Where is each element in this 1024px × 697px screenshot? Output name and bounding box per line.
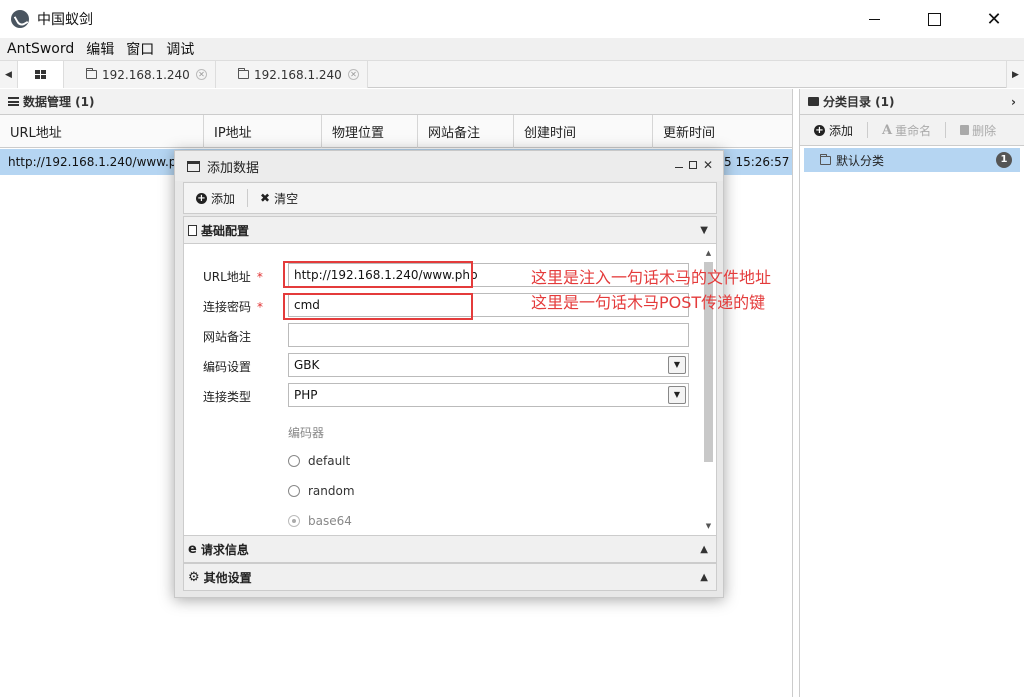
chevron-up-icon: ▲ (700, 571, 708, 583)
tab-close-icon[interactable]: ✕ (196, 69, 207, 80)
section-basic-config[interactable]: 基础配置 ▼ (183, 216, 717, 244)
font-icon: A (882, 122, 893, 138)
folder-icon (86, 68, 97, 79)
data-management-title: 数据管理 (1) (23, 95, 95, 109)
minimize-button[interactable] (844, 0, 904, 38)
grid-header: URL地址 IP地址 物理位置 网站备注 创建时间 更新时间 (0, 115, 792, 148)
add-data-dialog: 添加数据 ✕ + 添加 ✖ 清空 基础配置 ▼ URL地址 * http://19… (174, 150, 724, 598)
close-icon: ✖ (260, 191, 271, 205)
scroll-up-icon[interactable]: ▲ (703, 248, 714, 258)
encoder-default-radio[interactable]: default (288, 454, 350, 468)
column-ip[interactable]: IP地址 (204, 115, 322, 148)
grid-icon (35, 70, 46, 79)
dialog-toolbar: + 添加 ✖ 清空 (183, 182, 717, 214)
scroll-down-icon[interactable]: ▼ (703, 521, 714, 531)
chevron-down-icon: ▼ (668, 386, 686, 404)
category-add-button[interactable]: + 添加 (814, 122, 853, 139)
encoder-base64-radio[interactable]: base64 (288, 514, 352, 528)
column-created[interactable]: 创建时间 (514, 115, 653, 148)
plus-circle-icon: + (814, 124, 825, 136)
menu-edit[interactable]: 编辑 (80, 39, 120, 59)
tab-label: 192.168.1.240 (102, 67, 190, 82)
dialog-title: 添加数据 (207, 160, 260, 176)
menu-debug[interactable]: 调试 (160, 39, 200, 59)
tab-close-icon[interactable]: ✕ (348, 69, 359, 80)
collapse-right-icon[interactable]: › (1011, 95, 1016, 109)
category-label: 默认分类 (836, 153, 885, 168)
encoding-label: 编码设置 (203, 360, 252, 374)
row-url: http://192.168.1.240/www.p (8, 155, 177, 169)
category-header: 分类目录 (1) › (800, 89, 1024, 115)
note-label: 网站备注 (203, 330, 252, 344)
type-label: 连接类型 (203, 390, 252, 404)
password-highlight-box (283, 293, 473, 320)
encoder-random-radio[interactable]: random (288, 484, 355, 498)
tab-scroll-left-button[interactable]: ◀ (0, 61, 18, 88)
column-note[interactable]: 网站备注 (418, 115, 514, 148)
encoder-label: 编码器 (288, 426, 325, 440)
tab-scroll-right-button[interactable]: ▶ (1006, 61, 1024, 88)
file-icon (188, 224, 197, 236)
dialog-clear-button[interactable]: ✖ 清空 (260, 190, 298, 207)
dialog-maximize-button[interactable] (688, 161, 697, 169)
dialog-add-button[interactable]: + 添加 (196, 190, 235, 207)
tab-shell-2[interactable]: 192.168.1.240 ✕ (216, 61, 368, 88)
column-url[interactable]: URL地址 (0, 115, 204, 148)
chevron-up-icon: ▲ (700, 543, 708, 555)
section-request-info[interactable]: e 请求信息 ▲ (183, 535, 717, 563)
password-label: 连接密码 * (203, 300, 264, 314)
folder-icon (238, 68, 249, 79)
menu-bar: AntSword 编辑 窗口 调试 (0, 38, 1024, 60)
chevron-down-icon: ▼ (700, 224, 708, 236)
radio-icon (288, 455, 300, 467)
tab-shell-1[interactable]: 192.168.1.240 ✕ (64, 61, 216, 88)
category-toolbar: + 添加 A 重命名 删除 (800, 115, 1024, 146)
tab-home[interactable] (18, 61, 64, 88)
note-input[interactable] (288, 323, 689, 347)
window-title: 中国蚁剑 (37, 12, 93, 28)
category-rename-button[interactable]: A 重命名 (882, 122, 931, 139)
ie-icon: e (188, 541, 197, 557)
count-badge: 1 (996, 152, 1012, 168)
row-update-time: 5 15:26:57 (724, 155, 790, 169)
trash-icon (960, 125, 970, 135)
password-annotation: 这里是一句话木马POST传递的键 (531, 293, 766, 312)
type-select[interactable]: PHP ▼ (288, 383, 689, 407)
close-button[interactable]: ✕ (964, 0, 1024, 38)
window-controls: ✕ (844, 0, 1024, 38)
antsword-logo-icon (11, 10, 29, 28)
menu-antsword[interactable]: AntSword (0, 41, 80, 57)
category-title: 分类目录 (1) (823, 95, 895, 109)
url-annotation: 这里是注入一句话木马的文件地址 (531, 268, 772, 287)
column-updated[interactable]: 更新时间 (653, 115, 792, 148)
url-label: URL地址 * (203, 270, 263, 284)
category-item-default[interactable]: 默认分类 1 (804, 148, 1020, 172)
column-location[interactable]: 物理位置 (322, 115, 418, 148)
maximize-button[interactable] (904, 0, 964, 38)
list-icon (8, 97, 19, 106)
folder-icon (820, 153, 831, 165)
encoding-select[interactable]: GBK ▼ (288, 353, 689, 377)
window-icon (187, 160, 200, 172)
tab-bar: ◀ 192.168.1.240 ✕ 192.168.1.240 ✕ ▶ (0, 60, 1024, 88)
title-bar: 中国蚁剑 ✕ (0, 0, 1024, 38)
radio-checked-icon (288, 515, 300, 527)
gears-icon: ⚙ (188, 569, 200, 585)
plus-circle-icon: + (196, 192, 207, 204)
tab-label: 192.168.1.240 (254, 67, 342, 82)
dialog-minimize-button[interactable] (674, 167, 683, 168)
dialog-titlebar[interactable]: 添加数据 ✕ (175, 151, 723, 181)
url-highlight-box (283, 261, 473, 288)
section-other-settings[interactable]: ⚙ 其他设置 ▲ (183, 563, 717, 591)
menu-window[interactable]: 窗口 (120, 39, 160, 59)
dialog-close-button[interactable]: ✕ (703, 158, 713, 172)
radio-icon (288, 485, 300, 497)
category-panel: 分类目录 (1) › + 添加 A 重命名 删除 默认分类 1 (799, 89, 1024, 697)
data-management-header: 数据管理 (1) (0, 89, 792, 115)
chevron-down-icon: ▼ (668, 356, 686, 374)
category-delete-button[interactable]: 删除 (960, 122, 996, 139)
folder-solid-icon (808, 97, 819, 106)
